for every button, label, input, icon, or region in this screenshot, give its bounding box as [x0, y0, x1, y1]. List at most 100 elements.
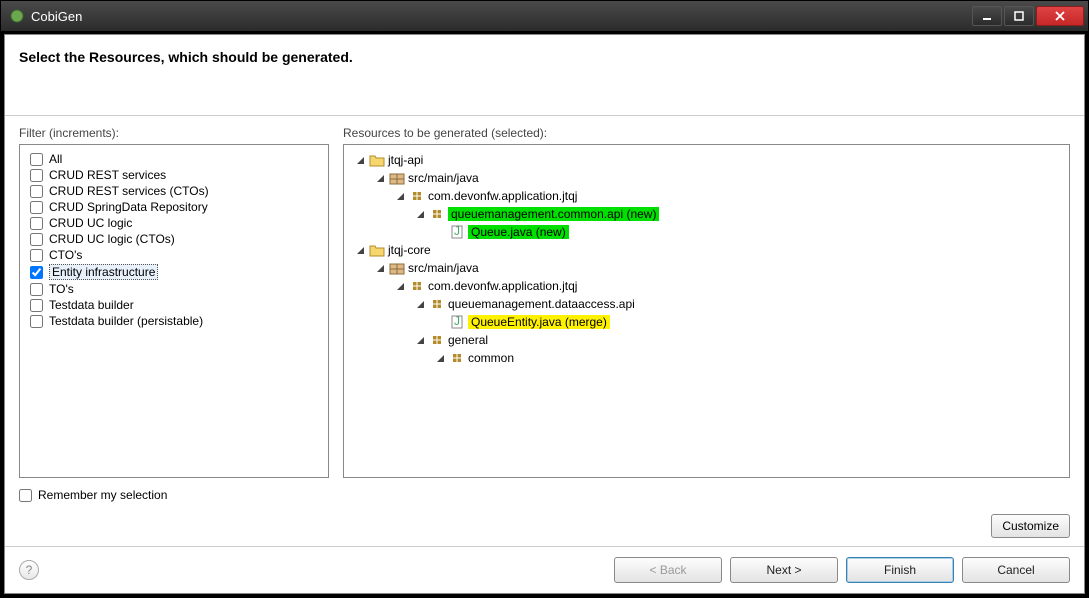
- filter-checkbox[interactable]: [30, 266, 43, 279]
- cancel-button[interactable]: Cancel: [962, 557, 1070, 583]
- expand-toggle-icon[interactable]: [395, 191, 406, 202]
- project-icon: [369, 152, 385, 168]
- tree-row[interactable]: common: [348, 349, 1065, 367]
- filter-item[interactable]: CTO's: [24, 247, 324, 263]
- expand-toggle-icon[interactable]: [415, 299, 426, 310]
- filter-checkbox[interactable]: [30, 299, 43, 312]
- filter-checkbox[interactable]: [30, 249, 43, 262]
- package-folder-icon: [389, 260, 405, 276]
- tree-row[interactable]: J Queue.java (new): [348, 223, 1065, 241]
- dialog-header: Select the Resources, which should be ge…: [5, 35, 1084, 116]
- expand-toggle-icon[interactable]: [435, 353, 446, 364]
- tree-row[interactable]: jtqj-core: [348, 241, 1065, 259]
- expand-toggle-icon[interactable]: [355, 245, 366, 256]
- expand-toggle-icon[interactable]: [395, 281, 406, 292]
- project-icon: [369, 242, 385, 258]
- filter-item[interactable]: CRUD SpringData Repository: [24, 199, 324, 215]
- tree-row[interactable]: queuemanagement.dataaccess.api: [348, 295, 1065, 313]
- filter-checkbox[interactable]: [30, 217, 43, 230]
- resources-label: Resources to be generated (selected):: [343, 126, 1070, 140]
- filter-item[interactable]: CRUD UC logic (CTOs): [24, 231, 324, 247]
- java-file-icon: J: [449, 314, 465, 330]
- filter-item[interactable]: All: [24, 151, 324, 167]
- remember-checkbox[interactable]: [19, 489, 32, 502]
- expand-toggle-icon[interactable]: [375, 263, 386, 274]
- filter-item-label: TO's: [49, 282, 74, 296]
- help-icon[interactable]: ?: [19, 560, 39, 580]
- expand-toggle-icon[interactable]: [375, 173, 386, 184]
- tree-row[interactable]: general: [348, 331, 1065, 349]
- tree-row[interactable]: com.devonfw.application.jtqj: [348, 187, 1065, 205]
- bottom-bar: ? < Back Next > Finish Cancel: [5, 546, 1084, 593]
- titlebar[interactable]: CobiGen: [1, 1, 1088, 31]
- tree-node-label: jtqj-api: [388, 153, 423, 167]
- below-row: Remember my selection Customize: [5, 484, 1084, 546]
- filter-checkbox[interactable]: [30, 185, 43, 198]
- filter-item-label: CRUD UC logic: [49, 216, 132, 230]
- filter-checkbox[interactable]: [30, 315, 43, 328]
- customize-line: Customize: [19, 514, 1070, 538]
- maximize-button[interactable]: [1004, 6, 1034, 26]
- tree-node-label: common: [468, 351, 514, 365]
- filter-item-label: CRUD SpringData Repository: [49, 200, 208, 214]
- filter-list[interactable]: All CRUD REST servicesCRUD REST services …: [19, 144, 329, 478]
- filter-item-label: All: [49, 152, 62, 166]
- filter-item-label: Entity infrastructure: [49, 264, 158, 280]
- tree-row[interactable]: queuemanagement.common.api (new): [348, 205, 1065, 223]
- tree-row[interactable]: J QueueEntity.java (merge): [348, 313, 1065, 331]
- tree-node-label: queuemanagement.dataaccess.api: [448, 297, 635, 311]
- filter-item-label: CRUD REST services: [49, 168, 166, 182]
- filter-item[interactable]: Entity infrastructure: [24, 263, 324, 281]
- minimize-button[interactable]: [972, 6, 1002, 26]
- expand-toggle-icon[interactable]: [415, 335, 426, 346]
- page-title: Select the Resources, which should be ge…: [19, 49, 1070, 65]
- next-button[interactable]: Next >: [730, 557, 838, 583]
- tree-row[interactable]: jtqj-api: [348, 151, 1065, 169]
- filter-item[interactable]: CRUD REST services: [24, 167, 324, 183]
- dialog-content: Select the Resources, which should be ge…: [4, 34, 1085, 594]
- filter-item-label: CRUD UC logic (CTOs): [49, 232, 175, 246]
- filter-checkbox[interactable]: [30, 201, 43, 214]
- expand-toggle-icon: [435, 227, 446, 238]
- wizard-buttons: < Back Next > Finish Cancel: [614, 557, 1070, 583]
- back-button[interactable]: < Back: [614, 557, 722, 583]
- filter-item-label: CTO's: [49, 248, 82, 262]
- expand-toggle-icon[interactable]: [415, 209, 426, 220]
- tree-row[interactable]: src/main/java: [348, 169, 1065, 187]
- filter-checkbox[interactable]: [30, 169, 43, 182]
- filter-panel: Filter (increments): All CRUD REST servic…: [19, 126, 329, 478]
- filter-checkbox[interactable]: [30, 153, 43, 166]
- filter-item-label: Testdata builder (persistable): [49, 314, 203, 328]
- filter-item[interactable]: TO's: [24, 281, 324, 297]
- expand-toggle-icon[interactable]: [355, 155, 366, 166]
- tree-node-label: Queue.java (new): [468, 225, 569, 239]
- filter-item[interactable]: CRUD UC logic: [24, 215, 324, 231]
- main-panels: Filter (increments): All CRUD REST servic…: [5, 116, 1084, 484]
- finish-button[interactable]: Finish: [846, 557, 954, 583]
- package-icon: [449, 350, 465, 366]
- package-icon: [429, 296, 445, 312]
- filter-item[interactable]: Testdata builder: [24, 297, 324, 313]
- package-icon: [429, 206, 445, 222]
- filter-checkbox[interactable]: [30, 233, 43, 246]
- remember-line: Remember my selection: [19, 488, 1070, 502]
- tree-row[interactable]: src/main/java: [348, 259, 1065, 277]
- svg-text:J: J: [454, 315, 460, 328]
- close-button[interactable]: [1036, 6, 1084, 26]
- tree-node-label: com.devonfw.application.jtqj: [428, 279, 577, 293]
- customize-button[interactable]: Customize: [991, 514, 1070, 538]
- filter-item[interactable]: CRUD REST services (CTOs): [24, 183, 324, 199]
- tree-row[interactable]: com.devonfw.application.jtqj: [348, 277, 1065, 295]
- tree-node-label: src/main/java: [408, 261, 479, 275]
- window-controls: [972, 6, 1084, 26]
- remember-label[interactable]: Remember my selection: [38, 488, 167, 502]
- filter-checkbox[interactable]: [30, 283, 43, 296]
- filter-item-label: Testdata builder: [49, 298, 134, 312]
- filter-item[interactable]: Testdata builder (persistable): [24, 313, 324, 329]
- filter-label: Filter (increments):: [19, 126, 329, 140]
- tree-node-label: com.devonfw.application.jtqj: [428, 189, 577, 203]
- resources-tree[interactable]: jtqj-api src/main/java com.devonfw.applica…: [343, 144, 1070, 478]
- svg-text:J: J: [454, 225, 460, 238]
- tree-node-label: QueueEntity.java (merge): [468, 315, 610, 329]
- package-icon: [429, 332, 445, 348]
